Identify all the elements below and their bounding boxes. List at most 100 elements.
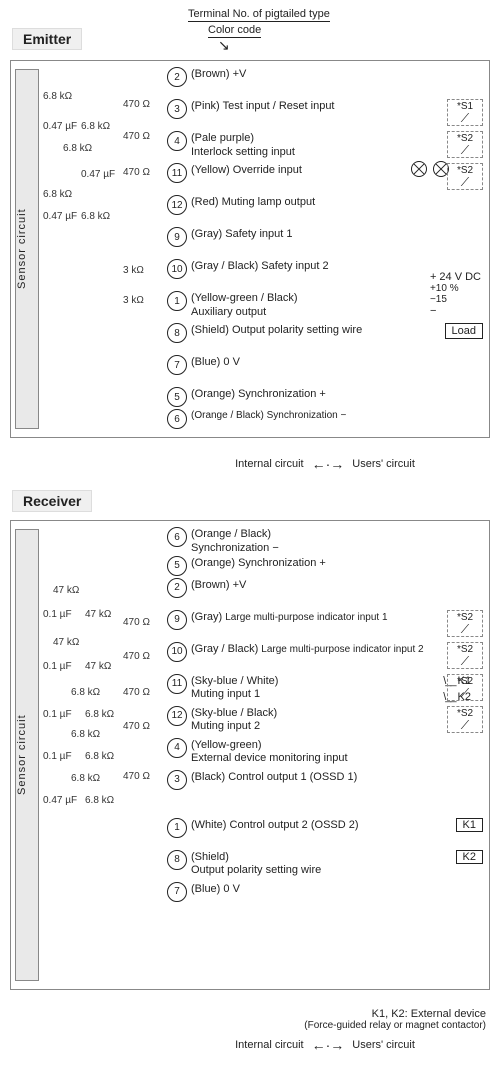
- terminal-number: 10: [167, 642, 187, 662]
- terminal-color: (White): [191, 819, 226, 831]
- terminal-number: 1: [167, 818, 187, 838]
- terminal-color: (Orange): [191, 557, 235, 569]
- terminal-row: 3 (Pink) Test input / Reset input *S1⟋: [167, 99, 483, 131]
- terminal-color: (Yellow): [191, 164, 230, 176]
- component-resistor: 47 kΩ: [85, 661, 111, 672]
- component-resistor: 470 Ω: [123, 167, 150, 178]
- terminal-name: +V: [233, 68, 247, 80]
- terminal-row: 9 (Gray) Large multi-purpose indicator i…: [167, 610, 483, 642]
- internal-circuit-label: Internal circuit: [235, 458, 303, 470]
- terminal-name: Safety input 2: [261, 260, 328, 272]
- terminal-color: (Gray / Black): [191, 643, 258, 655]
- terminal-name: Muting input 1: [191, 688, 260, 700]
- internal-circuit-label: Internal circuit: [235, 1039, 303, 1051]
- terminal-name: Test input / Reset input: [223, 100, 335, 112]
- terminal-color: (Sky-blue / Black): [191, 707, 277, 719]
- component-cap: 0.47 µF: [81, 169, 115, 180]
- component-resistor: 470 Ω: [123, 687, 150, 698]
- terminal-color: (Orange / Black): [191, 528, 271, 540]
- terminal-row: 10 (Gray / Black) Large multi-purpose in…: [167, 642, 483, 674]
- component-resistor: 6.8 kΩ: [71, 729, 100, 740]
- terminal-row: 7 (Blue) 0 V: [167, 355, 483, 387]
- terminal-color: (Shield): [191, 851, 229, 863]
- terminal-number: 9: [167, 610, 187, 630]
- terminal-name: 0 V: [223, 883, 240, 895]
- component-cap: 0.47 µF: [43, 121, 77, 132]
- component-resistor: 6.8 kΩ: [71, 773, 100, 784]
- switch-symbol: *S2⟋: [447, 706, 483, 733]
- switch-symbol: *S2⟋: [447, 642, 483, 669]
- terminal-name: Control output 1 (OSSD 1): [228, 771, 357, 783]
- component-resistor: 470 Ω: [123, 771, 150, 782]
- terminal-number: 3: [167, 770, 187, 790]
- component-resistor: 6.8 kΩ: [63, 143, 92, 154]
- terminal-row: 12 (Red) Muting lamp output: [167, 195, 483, 227]
- terminal-row: 5 (Orange) Synchronization +: [167, 556, 483, 578]
- component-resistor: 47 kΩ: [85, 609, 111, 620]
- component-resistor: 470 Ω: [123, 651, 150, 662]
- k2-coil-box: K2: [456, 850, 483, 864]
- divider-arrows-icon: ←·→: [312, 1037, 345, 1053]
- terminal-number: 3: [167, 99, 187, 119]
- emitter-footer: Internal circuit ←·→ Users' circuit: [158, 456, 492, 472]
- terminal-row: 8 (Shield)Output polarity setting wire K…: [167, 850, 483, 882]
- receiver-section: Sensor circuit K1 K2 47 kΩ 0.1 µF 47 kΩ …: [10, 520, 490, 990]
- terminal-color: (Shield): [191, 324, 229, 336]
- k1-coil-box: K1: [456, 818, 483, 832]
- terminal-color: (Red): [191, 196, 219, 208]
- switch-symbol: *S2⟋: [447, 163, 483, 190]
- terminal-color: (Gray / Black): [191, 260, 258, 272]
- terminal-color: (Gray): [191, 228, 222, 240]
- switch-symbol: *S2⟋: [447, 674, 483, 701]
- terminal-number: 7: [167, 882, 187, 902]
- terminal-row: 9 (Gray) Safety input 1: [167, 227, 483, 259]
- terminal-color: (Pale purple): [191, 132, 254, 144]
- terminal-color: (Pink): [191, 100, 220, 112]
- terminal-row: 4 (Pale purple)Interlock setting input *…: [167, 131, 483, 163]
- component-cap: 0.1 µF: [43, 609, 72, 620]
- terminal-color: (Orange): [191, 388, 235, 400]
- component-resistor: 47 kΩ: [53, 585, 79, 596]
- sensor-circuit-bar-emitter: Sensor circuit: [15, 69, 39, 429]
- component-resistor: 470 Ω: [123, 721, 150, 732]
- terminal-number: 2: [167, 67, 187, 87]
- switch-symbol: *S1⟋: [447, 99, 483, 126]
- legend-color: Color code: [208, 24, 261, 38]
- terminal-number: 9: [167, 227, 187, 247]
- terminal-number: 2: [167, 578, 187, 598]
- terminal-color: (Yellow-green): [191, 739, 262, 751]
- terminal-row: 11 (Yellow) Override input *S2⟋: [167, 163, 483, 195]
- terminal-color: (Brown): [191, 579, 230, 591]
- terminal-color: (Blue): [191, 883, 220, 895]
- component-resistor: 3 kΩ: [123, 265, 144, 276]
- divider-arrows-icon: ←·→: [312, 456, 345, 472]
- terminal-number: 8: [167, 850, 187, 870]
- terminal-number: 4: [167, 131, 187, 151]
- terminal-name: Muting input 2: [191, 720, 260, 732]
- terminal-number: 12: [167, 706, 187, 726]
- terminal-number: 10: [167, 259, 187, 279]
- terminal-row: 4 (Yellow-green)External device monitori…: [167, 738, 483, 770]
- component-resistor: 3 kΩ: [123, 295, 144, 306]
- receiver-footer: Internal circuit ←·→ Users' circuit: [158, 1037, 492, 1053]
- component-resistor: 6.8 kΩ: [43, 91, 72, 102]
- terminal-number: 11: [167, 674, 187, 694]
- terminal-color: (Sky-blue / White): [191, 675, 278, 687]
- emitter-title: Emitter: [12, 28, 82, 50]
- component-resistor: 47 kΩ: [53, 637, 79, 648]
- terminal-name: Auxiliary output: [191, 306, 266, 318]
- terminal-number: 8: [167, 323, 187, 343]
- component-resistor: 470 Ω: [123, 617, 150, 628]
- component-resistor: 6.8 kΩ: [81, 211, 110, 222]
- users-circuit-label: Users' circuit: [352, 458, 415, 470]
- terminal-row: 1 (Yellow-green / Black)Auxiliary output: [167, 291, 483, 323]
- terminal-name: Synchronization +: [238, 388, 326, 400]
- terminal-row: 12 (Sky-blue / Black)Muting input 2 *S2⟋: [167, 706, 483, 738]
- component-cap: 0.47 µF: [43, 211, 77, 222]
- terminal-name: Synchronization −: [267, 410, 347, 421]
- terminal-color: (Orange / Black): [191, 410, 264, 421]
- terminal-name: Output polarity setting wire: [191, 864, 321, 876]
- arrow-down-icon: ↘: [218, 38, 230, 52]
- terminal-name: Output polarity setting wire: [232, 324, 362, 336]
- component-cap: 0.1 µF: [43, 661, 72, 672]
